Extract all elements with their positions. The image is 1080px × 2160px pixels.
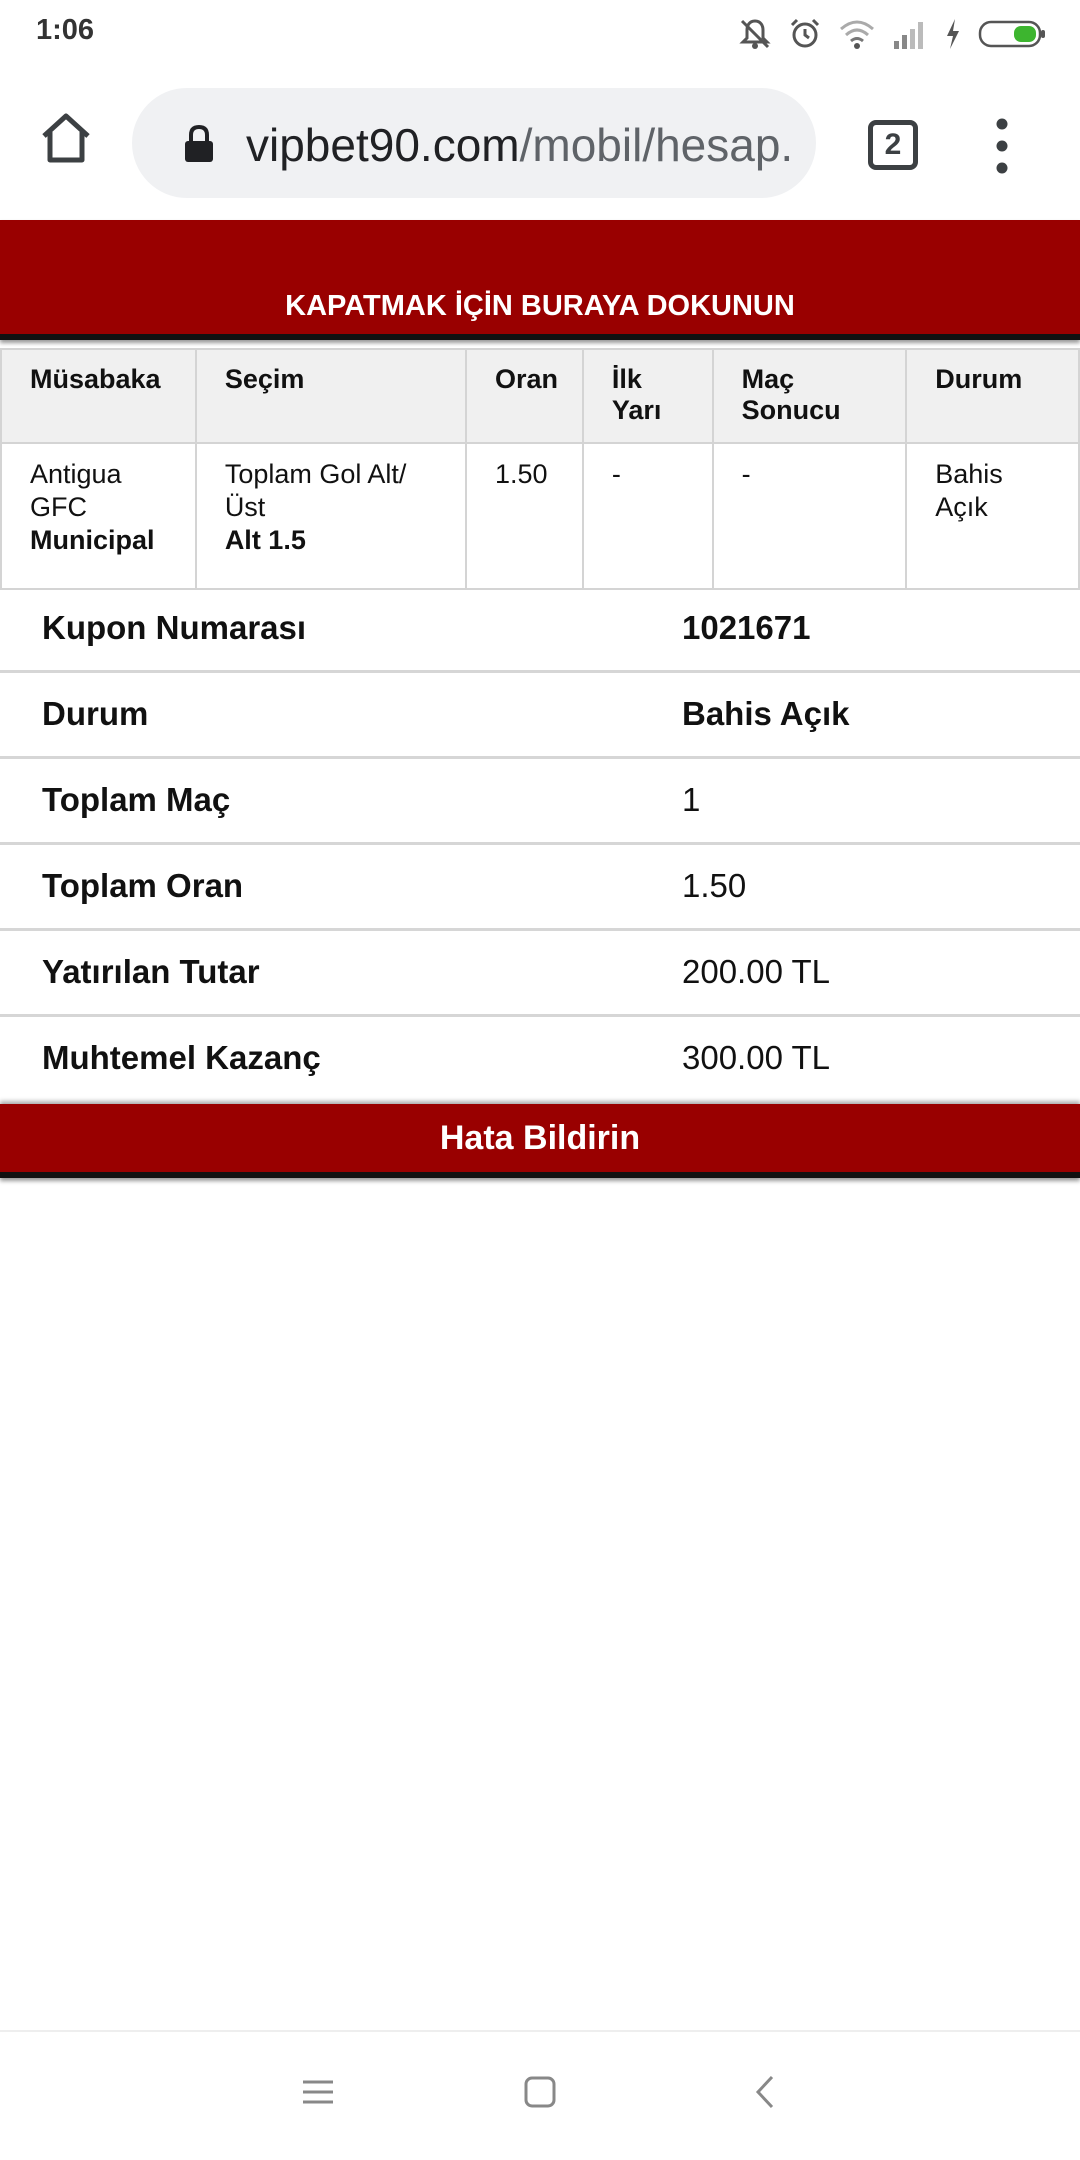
coupon-summary: Kupon Numarası 1021671 Durum Bahis Açık …	[0, 587, 1080, 1103]
report-error-button[interactable]: Hata Bildirin	[0, 1104, 1080, 1178]
header-first-half: İlk Yarı	[581, 348, 714, 444]
team-home-line1: Antigua	[30, 459, 122, 489]
header-first-half-line2: Yarı	[611, 395, 662, 425]
status-icons	[738, 14, 1048, 54]
cell-match: Antigua GFC Municipal	[0, 442, 197, 590]
mute-icon	[739, 19, 771, 49]
summary-value: 1.50	[682, 867, 747, 904]
summary-row-total-matches: Toplam Maç 1	[0, 759, 1080, 845]
signal-icon	[894, 22, 923, 49]
battery-icon	[978, 20, 1045, 48]
market-line2: Üst	[224, 492, 266, 522]
close-banner-button[interactable]: KAPATMAK İÇİN BURAYA DOKUNUN	[0, 220, 1080, 340]
url-text: vipbet90.com/mobil/hesap.	[246, 118, 793, 172]
status-line2: Açık	[935, 492, 988, 522]
tab-count: 2	[884, 128, 902, 161]
cell-selection: Toplam Gol Alt/Üst Alt 1.5	[194, 442, 468, 590]
summary-value: 200.00 TL	[682, 953, 831, 990]
bet-table: Müsabaka Seçim Oran İlk Yarı Maç Sonucu Du…	[0, 348, 1080, 590]
summary-label: Kupon Numarası	[42, 609, 307, 646]
lock-icon	[185, 124, 213, 162]
url-domain: vipbet90.com	[246, 119, 520, 171]
nav-home-icon[interactable]	[522, 2074, 558, 2110]
report-error-label: Hata Bildirin	[439, 1118, 641, 1157]
summary-row-potential-win: Muhtemel Kazanç 300.00 TL	[0, 1017, 1080, 1103]
wifi-icon	[840, 20, 874, 49]
address-bar[interactable]: vipbet90.com/mobil/hesap.	[132, 88, 816, 198]
summary-row-coupon-number: Kupon Numarası 1021671	[0, 587, 1080, 673]
cell-status: Bahis Açık	[905, 442, 1080, 590]
header-result: Maç Sonucu	[711, 348, 908, 444]
summary-label: Toplam Maç	[42, 781, 231, 818]
browser-toolbar: vipbet90.com/mobil/hesap. 2	[0, 68, 1080, 220]
market-line1: Toplam Gol Alt/	[224, 459, 407, 489]
url-path: /mobil/hesap.	[519, 119, 794, 171]
more-menu-icon[interactable]	[990, 116, 1014, 176]
header-odds: Oran	[465, 348, 584, 444]
cell-first-half: -	[581, 442, 714, 590]
team-home-line2: GFC	[30, 492, 87, 522]
summary-value: 1021671	[682, 609, 811, 646]
team-away: Municipal	[30, 525, 155, 555]
summary-label: Yatırılan Tutar	[42, 953, 260, 990]
back-icon[interactable]	[748, 2074, 784, 2110]
table-header-row: Müsabaka Seçim Oran İlk Yarı Maç Sonucu Du…	[0, 348, 1080, 444]
pick: Alt 1.5	[224, 525, 306, 555]
summary-label: Durum	[42, 695, 149, 732]
charging-icon	[947, 19, 959, 49]
alarm-icon	[790, 18, 820, 48]
cell-odds: 1.50	[465, 442, 584, 590]
header-match: Müsabaka	[0, 348, 197, 444]
header-selection: Seçim	[194, 348, 468, 444]
system-nav-bar	[0, 2030, 1080, 2160]
summary-value: Bahis Açık	[682, 695, 850, 732]
status-line1: Bahis	[935, 459, 1003, 489]
home-icon[interactable]	[38, 110, 94, 166]
clock: 1:06	[36, 14, 95, 46]
recents-icon[interactable]	[300, 2074, 336, 2110]
status-bar: 1:06	[0, 0, 1080, 68]
summary-row-stake: Yatırılan Tutar 200.00 TL	[0, 931, 1080, 1017]
cell-result: -	[711, 442, 908, 590]
summary-row-total-odds: Toplam Oran 1.50	[0, 845, 1080, 931]
close-banner-label: KAPATMAK İÇİN BURAYA DOKUNUN	[285, 290, 795, 322]
header-result-line2: Sonucu	[741, 395, 841, 425]
table-row: Antigua GFC Municipal Toplam Gol Alt/Üst Al…	[0, 442, 1080, 590]
header-result-line1: Maç	[741, 364, 795, 394]
summary-value: 300.00 TL	[682, 1039, 831, 1076]
tab-switcher-button[interactable]: 2	[868, 120, 918, 170]
header-first-half-line1: İlk	[611, 364, 642, 394]
header-status: Durum	[905, 348, 1080, 444]
summary-label: Toplam Oran	[42, 867, 244, 904]
summary-label: Muhtemel Kazanç	[42, 1039, 321, 1076]
summary-value: 1	[682, 781, 701, 818]
summary-row-status: Durum Bahis Açık	[0, 673, 1080, 759]
